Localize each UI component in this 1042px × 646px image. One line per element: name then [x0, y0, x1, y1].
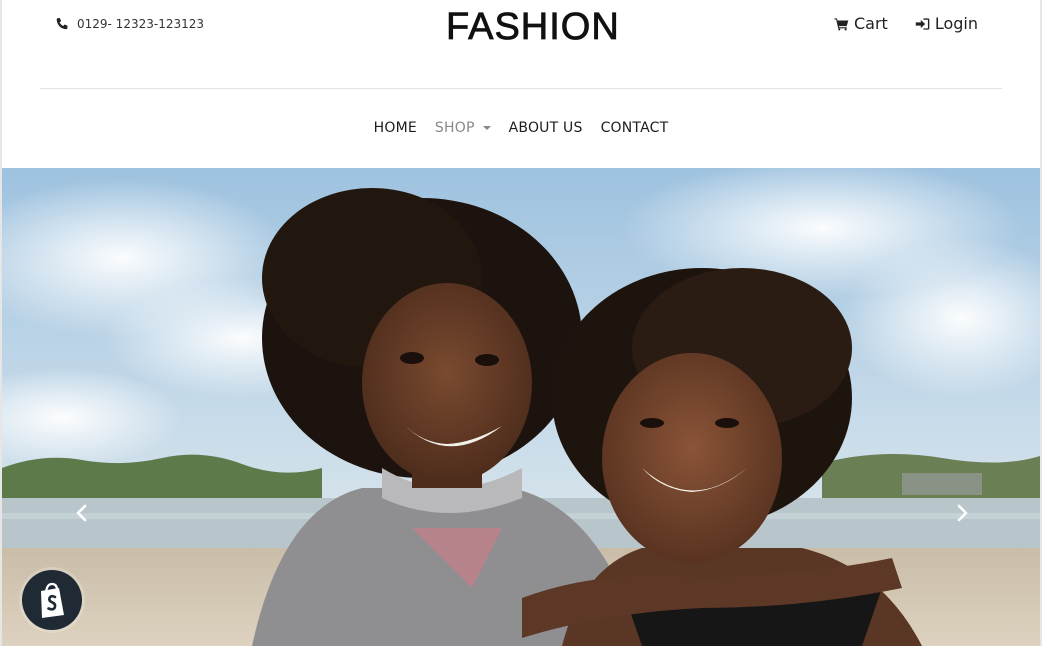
cart-link[interactable]: Cart	[834, 14, 888, 33]
site-logo[interactable]: FASHION	[446, 4, 623, 48]
shopify-bag-icon	[41, 582, 64, 618]
nav-shop-dropdown[interactable]: SHOP	[435, 116, 491, 140]
logo-text: FASHION	[446, 6, 620, 48]
phone-number: 0129- 12323-123123	[77, 17, 204, 31]
carousel-prev-button[interactable]: Previous	[62, 493, 102, 533]
header-divider	[40, 88, 1002, 89]
cart-label: Cart	[854, 14, 888, 33]
sign-in-icon	[915, 17, 930, 30]
phone-contact: 0129- 12323-123123	[55, 14, 204, 34]
header-actions: Cart Login	[834, 14, 978, 33]
shopify-badge-button[interactable]	[22, 570, 82, 630]
chevron-left-icon	[76, 504, 87, 522]
hero-carousel: Previous Next	[2, 168, 1040, 646]
main-nav: HOME SHOP ABOUT US CONTACT	[0, 116, 1042, 140]
shopping-cart-icon	[834, 17, 849, 30]
carousel-next-button[interactable]: Next	[942, 493, 982, 533]
caret-down-icon	[482, 126, 491, 130]
nav-home[interactable]: HOME	[374, 116, 417, 140]
chevron-right-icon	[957, 504, 968, 522]
phone-icon	[56, 17, 68, 29]
nav-contact[interactable]: CONTACT	[601, 116, 669, 140]
login-link[interactable]: Login	[915, 14, 978, 33]
login-label: Login	[934, 14, 978, 33]
hero-image	[2, 168, 1040, 646]
nav-shop-label: SHOP	[434, 120, 475, 136]
nav-about[interactable]: ABOUT US	[509, 116, 583, 140]
